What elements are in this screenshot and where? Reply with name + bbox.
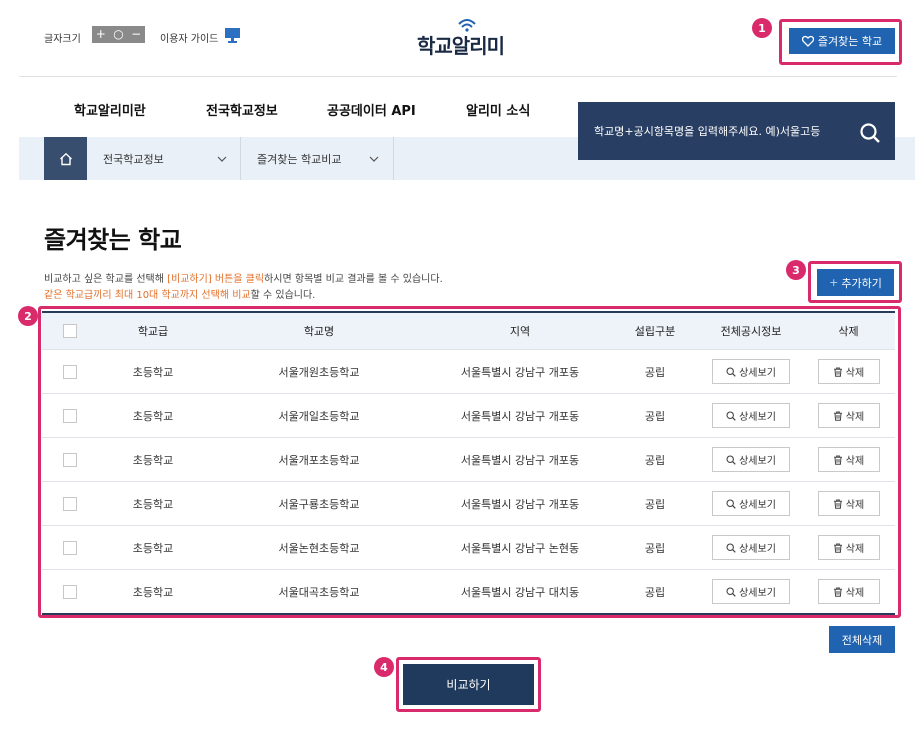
logo-text: 학교알리미 [417,34,505,58]
annotation-badge-2: 2 [18,306,38,326]
font-size-control: + ○ − [92,26,145,43]
search-icon[interactable] [859,122,881,144]
breadcrumb-label: 전국학교정보 [103,152,164,166]
font-size-increase-button[interactable]: + [92,26,110,43]
description-line-2: 같은 학교급끼리 최대 10대 학교까지 선택해 비교할 수 있습니다. [44,290,316,301]
annotation-badge-1: 1 [752,18,772,38]
description-line-1: 비교하고 싶은 학교를 선택해 [비교하기] 버튼을 클릭하시면 항목별 비교 … [44,274,443,285]
breadcrumb-item-compare[interactable]: 즐겨찾는 학교비교 [241,137,394,180]
site-logo[interactable]: 학교알리미 [417,18,527,58]
monitor-icon[interactable] [224,27,241,43]
breadcrumb-label: 즐겨찾는 학교비교 [257,152,342,166]
delete-all-button[interactable]: 전체삭제 [829,626,895,653]
breadcrumb-item-national[interactable]: 전국학교정보 [87,137,241,180]
annotation-highlight-3 [808,261,902,303]
home-icon [59,152,72,165]
nav-item-national-school-info[interactable]: 전국학교정보 [206,100,278,119]
chevron-down-icon [369,156,379,162]
font-size-label: 글자크기 [44,34,81,45]
search-input[interactable]: 학교명+공시항목명을 입력해주세요. 예)서울고등 [578,102,895,160]
header-divider [19,76,897,77]
nav-item-about[interactable]: 학교알리미란 [74,100,146,119]
annotation-highlight-2 [38,306,901,618]
search-placeholder: 학교명+공시항목명을 입력해주세요. 예)서울고등 [594,125,821,138]
font-size-decrease-button[interactable]: − [127,26,145,43]
page-title: 즐겨찾는 학교 [44,226,182,254]
chevron-down-icon [217,156,227,162]
home-button[interactable] [44,137,87,180]
annotation-badge-4: 4 [374,657,394,677]
top-bar: 글자크기 + ○ − 이용자 가이드 학교알리미 즐겨찾는 학교 [0,0,915,77]
nav-item-news[interactable]: 알리미 소식 [466,100,530,119]
user-guide-link[interactable]: 이용자 가이드 [160,30,218,45]
annotation-badge-3: 3 [786,260,806,280]
annotation-highlight-1 [779,19,902,65]
nav-item-public-data-api[interactable]: 공공데이터 API [327,100,416,119]
font-size-reset-button[interactable]: ○ [110,26,128,43]
annotation-highlight-4 [396,657,541,712]
